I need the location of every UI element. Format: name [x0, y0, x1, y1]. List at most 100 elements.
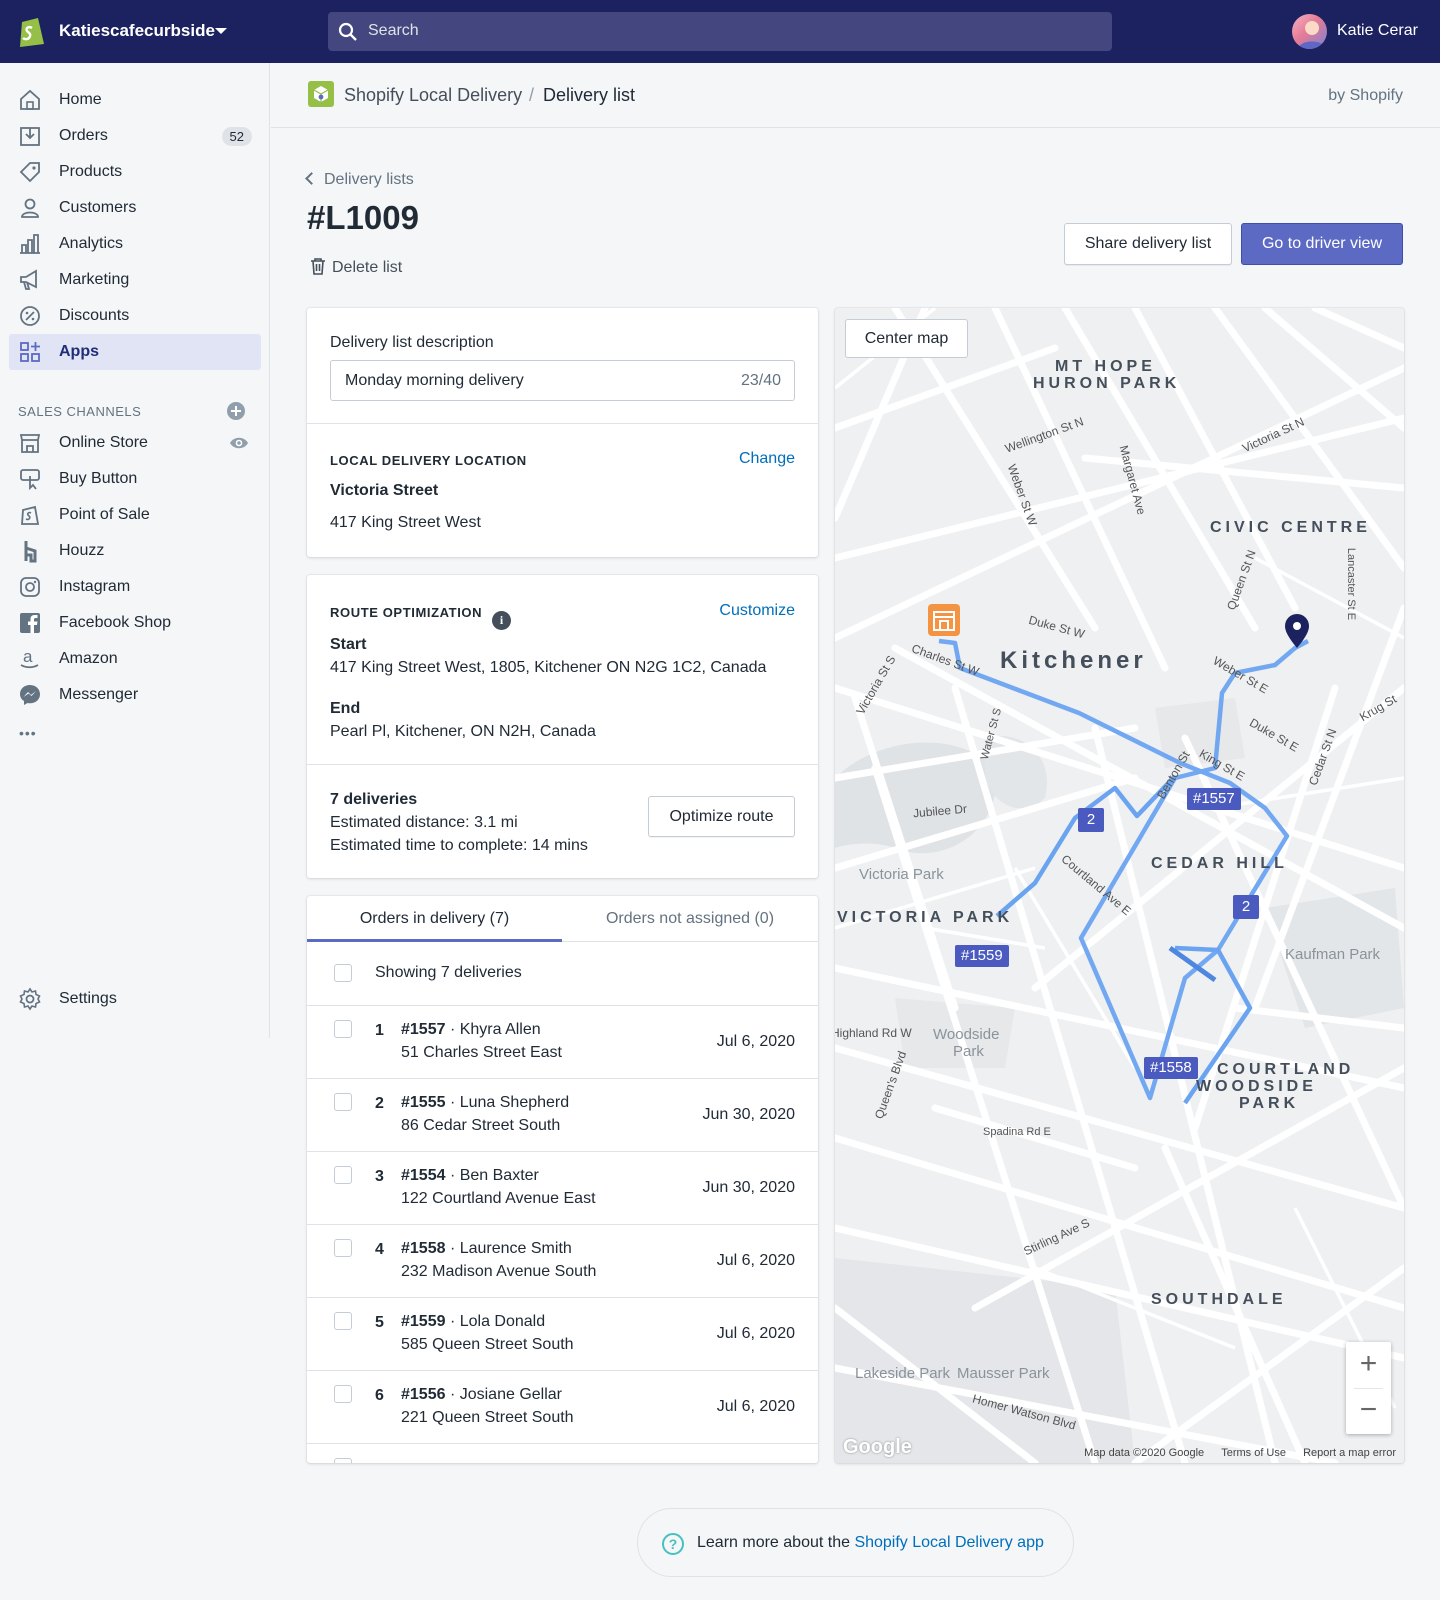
sidebar-item-apps[interactable]: Apps	[9, 334, 261, 370]
delivery-marker[interactable]: 2	[1233, 895, 1259, 919]
delivery-marker[interactable]: 2	[1078, 808, 1104, 832]
sidebar-item-customers[interactable]: Customers	[9, 190, 261, 226]
delete-list-button[interactable]: Delete list	[310, 257, 402, 277]
analytics-icon	[20, 234, 40, 254]
eye-icon[interactable]	[229, 433, 249, 453]
stop-number: 1	[375, 1022, 384, 1039]
back-to-delivery-lists-link[interactable]: Delivery lists	[305, 171, 414, 189]
description-input[interactable]: Monday morning delivery 23/40	[330, 360, 795, 401]
sidebar-item-buy-button[interactable]: Buy Button	[9, 461, 261, 497]
table-row[interactable]: 3 #1554 · Ben Baxter 122 Courtland Avenu…	[307, 1151, 818, 1224]
map-canvas[interactable]	[835, 308, 1404, 1463]
row-checkbox[interactable]	[334, 1385, 352, 1403]
row-checkbox[interactable]	[334, 1312, 352, 1330]
google-logo[interactable]: Google	[843, 1436, 912, 1459]
table-row[interactable]	[307, 1443, 818, 1463]
sidebar-item-instagram[interactable]: Instagram	[9, 569, 261, 605]
sales-channels-title: SALES CHANNELS	[18, 404, 142, 419]
tab-orders-not-assigned[interactable]: Orders not assigned (0)	[562, 896, 818, 942]
terms-of-use-link[interactable]: Terms of Use	[1221, 1447, 1286, 1459]
store-start-marker-icon[interactable]	[928, 604, 960, 636]
sidebar-item-label: Houzz	[59, 542, 105, 559]
add-channel-icon[interactable]	[226, 401, 246, 421]
go-to-driver-view-button[interactable]: Go to driver view	[1241, 223, 1403, 265]
delivery-route-map[interactable]: MT HOPE HURON PARK CIVIC CENTRE Kitchene…	[835, 308, 1404, 1463]
local-delivery-app-link[interactable]: Shopify Local Delivery app	[854, 1534, 1043, 1551]
info-icon[interactable]: i	[492, 611, 511, 630]
avatar[interactable]	[1292, 14, 1327, 49]
table-row[interactable]: 4 #1558 · Laurence Smith 232 Madison Ave…	[307, 1224, 818, 1297]
sidebar-item-point-of-sale[interactable]: Point of Sale	[9, 497, 261, 533]
delivery-marker[interactable]: #1558	[1144, 1057, 1198, 1079]
table-row[interactable]: 6 #1556 · Josiane Gellar 221 Queen Stree…	[307, 1370, 818, 1443]
route-section-title: ROUTE OPTIMIZATION	[330, 605, 483, 620]
table-row[interactable]: 2 #1555 · Luna Shepherd 86 Cedar Street …	[307, 1078, 818, 1151]
breadcrumb-current: Delivery list	[543, 85, 636, 105]
center-map-button[interactable]: Center map	[845, 319, 968, 358]
map-area-label: MT HOPE	[1055, 358, 1156, 375]
map-park-label: Park	[953, 1043, 984, 1060]
sidebar-item-settings[interactable]: Settings	[9, 981, 261, 1017]
search-input[interactable]: Search	[328, 12, 1112, 51]
end-label: End	[330, 700, 361, 717]
order-id[interactable]: #1559	[401, 1313, 446, 1330]
zoom-in-button[interactable]: +	[1346, 1342, 1391, 1388]
facebook-icon	[20, 613, 40, 633]
order-id[interactable]: #1558	[401, 1240, 446, 1257]
map-street-label: Lancaster St E	[1345, 547, 1358, 621]
sidebar-item-discounts[interactable]: Discounts	[9, 298, 261, 334]
row-checkbox[interactable]	[334, 1166, 352, 1184]
row-checkbox[interactable]	[334, 1458, 352, 1463]
order-id[interactable]: #1555	[401, 1094, 446, 1111]
row-checkbox[interactable]	[334, 1239, 352, 1257]
delete-list-label: Delete list	[332, 259, 403, 276]
stop-number: 6	[375, 1387, 384, 1404]
customer-name: · Ben Baxter	[445, 1167, 539, 1184]
delivery-marker[interactable]: #1559	[955, 945, 1009, 967]
user-name[interactable]: Katie Cerar	[1337, 22, 1418, 40]
trash-icon	[311, 258, 325, 275]
sidebar-item-online-store[interactable]: Online Store	[9, 425, 261, 461]
sidebar-item-products[interactable]: Products	[9, 154, 261, 190]
order-id[interactable]: #1554	[401, 1167, 446, 1184]
delivery-description-card: Delivery list description Monday morning…	[307, 308, 818, 557]
back-link-label: Delivery lists	[324, 171, 414, 188]
store-name[interactable]: Katiescafecurbside	[59, 21, 215, 41]
order-date: Jul 6, 2020	[716, 1033, 795, 1050]
breadcrumb-app[interactable]: Shopify Local Delivery	[344, 85, 522, 106]
report-map-error-link[interactable]: Report a map error	[1303, 1447, 1396, 1459]
map-data-label: Map data ©2020 Google	[1084, 1447, 1205, 1459]
select-all-checkbox[interactable]	[334, 964, 352, 982]
sidebar-item-orders[interactable]: Orders 52	[9, 118, 261, 154]
sidebar-item-marketing[interactable]: Marketing	[9, 262, 261, 298]
optimize-route-button[interactable]: Optimize route	[648, 796, 795, 837]
share-delivery-list-button[interactable]: Share delivery list	[1064, 223, 1232, 265]
sidebar-item-analytics[interactable]: Analytics	[9, 226, 261, 262]
tab-orders-in-delivery[interactable]: Orders in delivery (7)	[307, 896, 562, 942]
sidebar-item-home[interactable]: Home	[9, 82, 261, 118]
order-id[interactable]: #1556	[401, 1386, 446, 1403]
order-id[interactable]: #1557	[401, 1021, 446, 1038]
sidebar-item-amazon[interactable]: a Amazon	[9, 641, 261, 677]
customer-name: · Josiane Gellar	[445, 1386, 562, 1403]
row-checkbox[interactable]	[334, 1020, 352, 1038]
shopify-logo-icon[interactable]	[18, 14, 46, 48]
delivery-marker[interactable]: #1557	[1187, 788, 1241, 810]
customer-name: · Laurence Smith	[445, 1240, 572, 1257]
sidebar-item-label: Instagram	[59, 578, 131, 595]
store-dropdown-chevron-icon[interactable]	[215, 28, 227, 34]
sidebar-item-houzz[interactable]: Houzz	[9, 533, 261, 569]
change-location-link[interactable]: Change	[739, 450, 795, 468]
sidebar-item-messenger[interactable]: Messenger	[9, 677, 261, 713]
row-checkbox[interactable]	[334, 1093, 352, 1111]
sidebar-item-facebook-shop[interactable]: Facebook Shop	[9, 605, 261, 641]
more-channels-icon[interactable]: •••	[19, 725, 37, 741]
customize-route-link[interactable]: Customize	[719, 602, 795, 620]
showing-deliveries-label: Showing 7 deliveries	[375, 964, 522, 981]
sidebar-item-label: Buy Button	[59, 470, 138, 487]
products-icon	[19, 162, 40, 183]
map-area-label: HURON PARK	[1033, 375, 1181, 392]
table-row[interactable]: 5 #1559 · Lola Donald 585 Queen Street S…	[307, 1297, 818, 1370]
table-row[interactable]: 1 #1557 · Khyra Allen 51 Charles Street …	[307, 1005, 818, 1078]
zoom-out-button[interactable]: −	[1346, 1388, 1391, 1434]
